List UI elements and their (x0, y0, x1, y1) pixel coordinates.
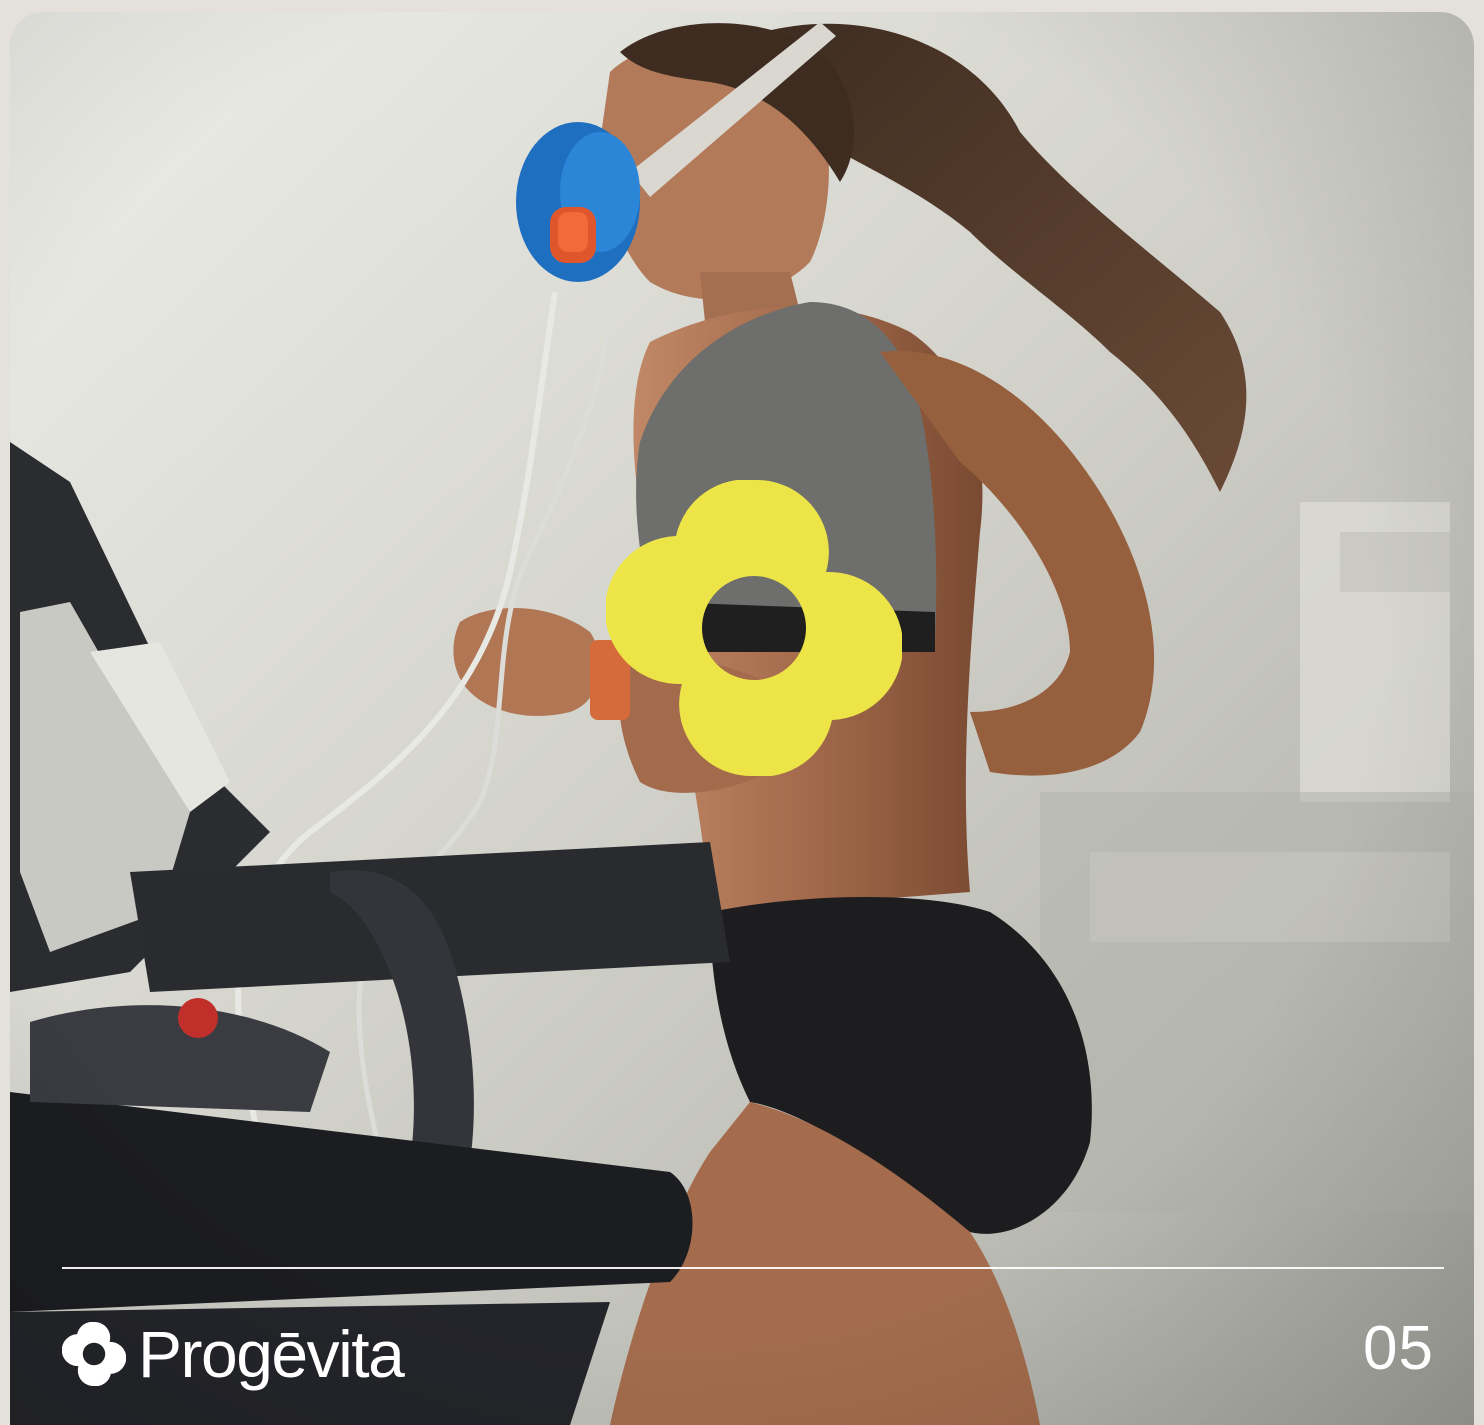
slide-number: 05 (1363, 1314, 1434, 1383)
progevita-logo-mark-icon (606, 480, 902, 776)
brand-lockup: Progēvita (62, 1314, 405, 1394)
footer-divider (62, 1267, 1444, 1269)
progevita-logo-icon (62, 1322, 126, 1386)
slide-card: Progēvita 05 (10, 12, 1474, 1425)
brand-name: Progēvita (138, 1317, 405, 1391)
